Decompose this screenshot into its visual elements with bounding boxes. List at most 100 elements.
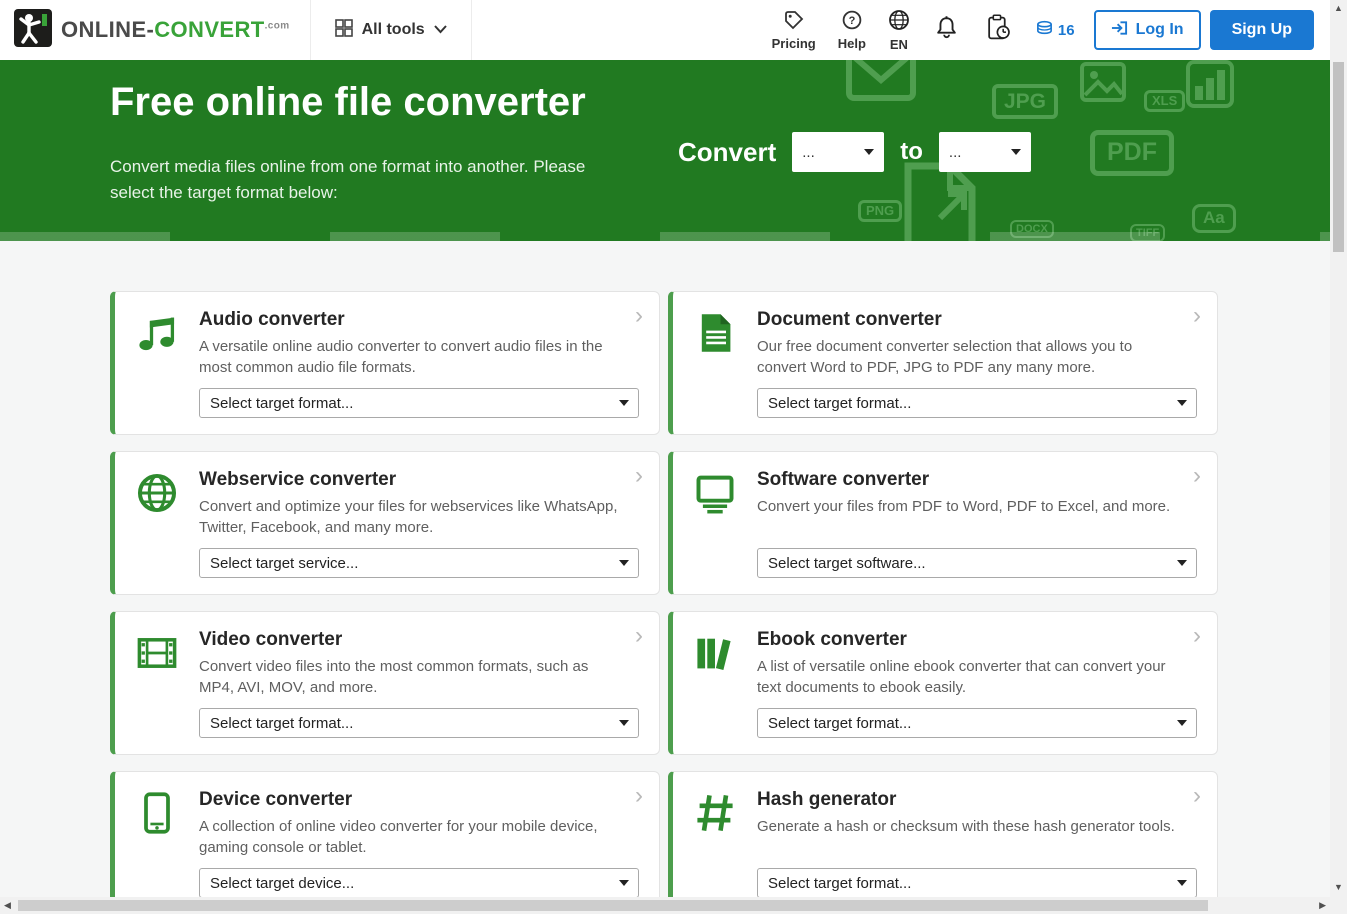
coins-icon — [1035, 20, 1054, 40]
device-target-select[interactable]: Select target device... — [199, 868, 639, 897]
hash-generator-card: › Hash generator Generate a hash or chec… — [668, 771, 1218, 897]
smartphone-icon — [135, 791, 179, 859]
horizontal-scrollbar-thumb[interactable] — [18, 900, 1208, 911]
card-title-link[interactable]: Webservice converter — [199, 469, 623, 491]
bell-icon — [935, 15, 958, 45]
xls-badge: XLS — [1144, 90, 1186, 113]
logo[interactable]: ONLINE-CONVERT.com — [14, 8, 290, 52]
chevron-right-icon[interactable]: › — [635, 464, 643, 488]
device-converter-card: › Device converter A collection of onlin… — [110, 771, 660, 897]
source-format-select[interactable]: ... — [792, 132, 885, 172]
pricing-label: Pricing — [771, 35, 816, 51]
vertical-scrollbar[interactable]: ▲ ▼ — [1330, 0, 1347, 914]
target-format-value: ... — [948, 143, 962, 161]
card-description: Our free document converter selection th… — [757, 338, 1133, 377]
coin-count: 16 — [1057, 21, 1075, 39]
hash-icon — [693, 791, 737, 840]
coin-balance[interactable]: 16 — [1025, 20, 1085, 40]
page-title: Free online file converter — [110, 80, 586, 124]
card-title-link[interactable]: Video converter — [199, 629, 623, 651]
chevron-down-icon — [433, 21, 447, 39]
card-description: Convert video files into the most common… — [199, 658, 589, 697]
card-title-link[interactable]: Software converter — [757, 469, 1181, 491]
card-title-link[interactable]: Device converter — [199, 789, 623, 811]
all-tools-menu[interactable]: All tools — [311, 0, 471, 60]
ebook-format-select[interactable]: Select target format... — [757, 708, 1197, 738]
pricing-link[interactable]: Pricing — [761, 10, 827, 51]
card-description: Generate a hash or checksum with these h… — [757, 818, 1175, 835]
language-label: EN — [889, 36, 908, 52]
price-tag-icon — [784, 10, 804, 33]
help-link[interactable]: ? Help — [827, 10, 877, 51]
bar-chart-icon — [1186, 60, 1234, 108]
language-select[interactable]: EN — [877, 9, 921, 52]
help-label: Help — [837, 35, 866, 51]
webservice-converter-card: › Webservice converter Convert and optim… — [110, 451, 660, 595]
converter-grid: › Audio converter A versatile online aud… — [110, 291, 1330, 897]
card-title-link[interactable]: Ebook converter — [757, 629, 1181, 651]
signup-label: Sign Up — [1231, 21, 1292, 38]
png-badge: PNG — [858, 200, 903, 223]
history-button[interactable] — [972, 14, 1025, 46]
tiff-badge: TIFF — [1130, 224, 1166, 241]
page: ONLINE-CONVERT.com All tools Pricing ? H… — [0, 0, 1330, 897]
card-description: Convert and optimize your files for webs… — [199, 498, 618, 537]
software-target-select[interactable]: Select target software... — [757, 548, 1197, 578]
hero-banner: JPG XLS PDF PNG DOCX TIFF Aa Free online… — [0, 60, 1330, 241]
chevron-right-icon[interactable]: › — [1193, 304, 1201, 328]
card-title-link[interactable]: Document converter — [757, 309, 1181, 331]
globe-icon — [135, 471, 179, 539]
target-format-select[interactable]: ... — [938, 132, 1031, 172]
chevron-right-icon[interactable]: › — [1193, 784, 1201, 808]
jpg-badge: JPG — [992, 84, 1059, 120]
header-divider — [470, 0, 472, 60]
audio-format-select[interactable]: Select target format... — [199, 388, 639, 418]
music-note-icon — [135, 311, 179, 379]
vertical-scrollbar-thumb[interactable] — [1333, 62, 1344, 252]
docx-badge: DOCX — [1010, 220, 1054, 239]
ebook-converter-card: › Ebook converter A list of versatile on… — [668, 611, 1218, 755]
header: ONLINE-CONVERT.com All tools Pricing ? H… — [0, 0, 1330, 60]
webservice-target-select[interactable]: Select target service... — [199, 548, 639, 578]
signup-button[interactable]: Sign Up — [1209, 10, 1314, 50]
scroll-down-arrow[interactable]: ▼ — [1334, 883, 1343, 892]
font-badge: Aa — [1192, 204, 1236, 233]
image-icon — [1080, 62, 1126, 102]
chevron-down-icon — [1010, 149, 1021, 155]
page-subtitle: Convert media files online from one form… — [110, 157, 586, 203]
audio-converter-card: › Audio converter A versatile online aud… — [110, 291, 660, 435]
card-description: A list of versatile online ebook convert… — [757, 658, 1166, 697]
hash-format-select[interactable]: Select target format... — [757, 868, 1197, 897]
card-description: A versatile online audio converter to co… — [199, 338, 603, 377]
monitor-icon — [693, 471, 737, 520]
video-converter-card: › Video converter Convert video files in… — [110, 611, 660, 755]
grid-icon — [334, 18, 353, 42]
chevron-right-icon[interactable]: › — [635, 784, 643, 808]
converter-grid-section: › Audio converter A versatile online aud… — [0, 241, 1330, 897]
document-format-select[interactable]: Select target format... — [757, 388, 1197, 418]
card-title-link[interactable]: Audio converter — [199, 309, 623, 331]
quick-convert-bar: Convert ... to ... — [678, 132, 1031, 172]
question-circle-icon: ? — [842, 10, 862, 33]
globe-icon — [888, 9, 910, 34]
chevron-right-icon[interactable]: › — [635, 304, 643, 328]
scroll-right-arrow[interactable]: ▶ — [1319, 901, 1326, 910]
horizontal-scrollbar[interactable]: ◀ ▶ — [0, 897, 1330, 914]
document-icon — [693, 311, 737, 379]
scroll-left-arrow[interactable]: ◀ — [4, 901, 11, 910]
document-converter-card: › Document converter Our free document c… — [668, 291, 1218, 435]
arrow-up-right-icon — [937, 191, 967, 221]
convert-label: Convert — [678, 136, 777, 167]
card-description: A collection of online video converter f… — [199, 818, 598, 857]
scroll-up-arrow[interactable]: ▲ — [1334, 4, 1343, 13]
notifications-button[interactable] — [921, 15, 972, 45]
pdf-badge: PDF — [1090, 130, 1174, 176]
clipboard-clock-icon — [986, 14, 1011, 46]
chevron-right-icon[interactable]: › — [635, 624, 643, 648]
chevron-right-icon[interactable]: › — [1193, 464, 1201, 488]
login-button[interactable]: Log In — [1093, 10, 1201, 50]
card-description: Convert your files from PDF to Word, PDF… — [757, 498, 1171, 515]
video-format-select[interactable]: Select target format... — [199, 708, 639, 738]
card-title-link[interactable]: Hash generator — [757, 789, 1181, 811]
chevron-right-icon[interactable]: › — [1193, 624, 1201, 648]
